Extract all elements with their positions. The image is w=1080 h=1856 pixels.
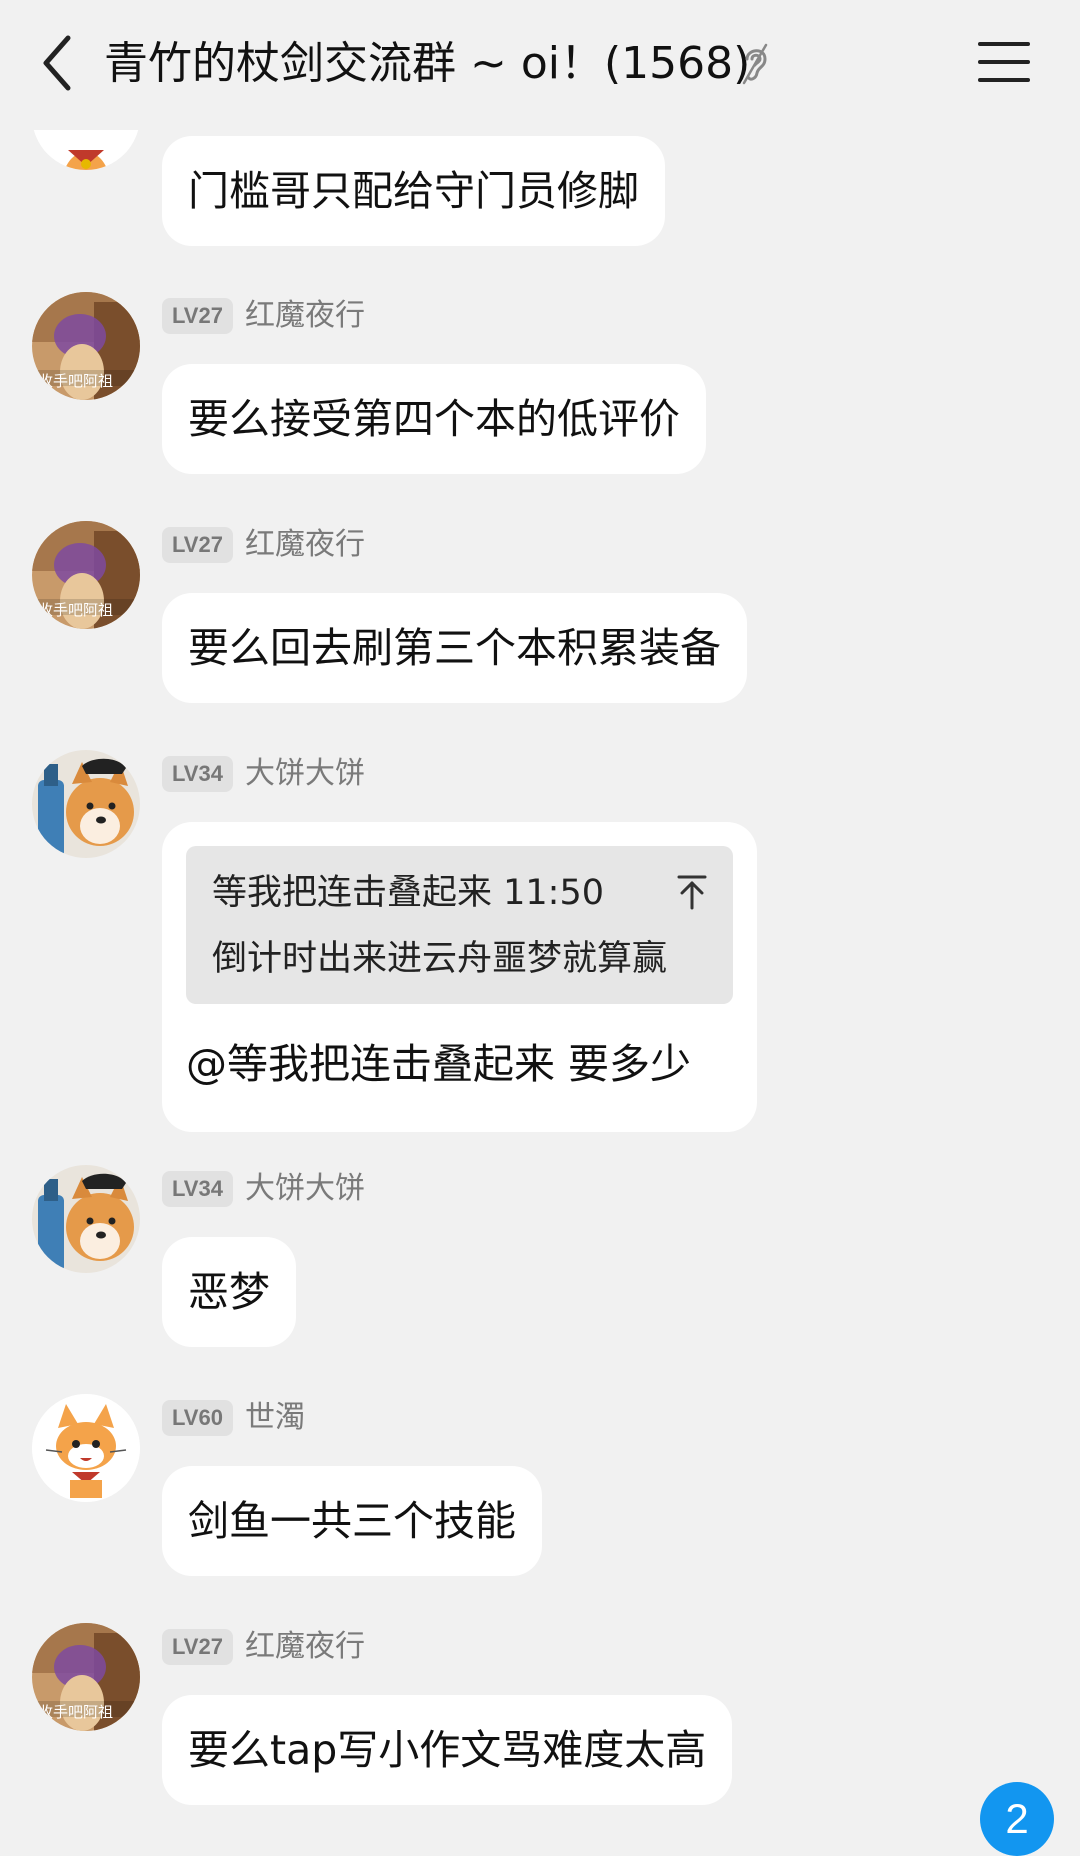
dog-photo-avatar[interactable]: 收手吧阿祖 (32, 1623, 140, 1731)
sender-name[interactable]: 大饼大饼 (245, 756, 365, 792)
menu-icon[interactable] (978, 40, 1030, 84)
back-arrow-icon[interactable] (34, 30, 84, 96)
message-bubble[interactable]: 剑鱼一共三个技能 (162, 1466, 542, 1576)
sender-info: LV34 大饼大饼 (162, 1169, 365, 1209)
level-badge: LV34 (162, 1171, 233, 1207)
message-bubble[interactable]: 要么回去刷第三个本积累装备 (162, 593, 747, 703)
dog-photo-avatar[interactable]: 收手吧阿祖 (32, 521, 140, 629)
shiba-avatar[interactable] (32, 1165, 140, 1273)
reply-text: @等我把连击叠起来 要多少 (186, 1040, 692, 1088)
dog-photo-avatar[interactable]: 收手吧阿祖 (32, 292, 140, 400)
sender-info: LV27 红魔夜行 (162, 296, 365, 336)
sender-info: LV34 大饼大饼 (162, 754, 365, 794)
sender-name[interactable]: 大饼大饼 (245, 1171, 365, 1207)
chat-header: 青竹的杖剑交流群 ~ oi！(1568) (0, 0, 1080, 126)
shiba-avatar[interactable] (32, 750, 140, 858)
sender-name[interactable]: 红魔夜行 (245, 298, 365, 334)
message-bubble[interactable]: 要么tap写小作文骂难度太高 (162, 1695, 733, 1805)
message-bubble[interactable]: 要么接受第四个本的低评价 (162, 364, 706, 474)
level-badge: LV27 (162, 1629, 233, 1665)
message-bubble[interactable]: 等我把连击叠起来 11:50 倒计时出来进云舟噩梦就算赢 @等我把连击叠起来 要… (162, 822, 757, 1132)
level-badge: LV34 (162, 756, 233, 792)
sender-info: LV60 世濁 (162, 1398, 305, 1438)
quoted-message[interactable]: 等我把连击叠起来 11:50 倒计时出来进云舟噩梦就算赢 (186, 846, 733, 1004)
ear-mode-icon[interactable] (740, 43, 770, 85)
avatar-caption: 收手吧阿祖 (38, 601, 114, 619)
message-bubble[interactable]: 恶梦 (162, 1237, 296, 1347)
quote-line-2: 倒计时出来进云舟噩梦就算赢 (212, 939, 668, 979)
sender-name[interactable]: 红魔夜行 (245, 527, 365, 563)
level-badge: LV27 (162, 527, 233, 563)
cat-avatar[interactable] (32, 1394, 140, 1502)
group-title[interactable]: 青竹的杖剑交流群 ~ oi！(1568) (104, 34, 750, 94)
sender-info: LV27 红魔夜行 (162, 1627, 365, 1667)
unread-count-badge[interactable]: 2 (980, 1782, 1054, 1856)
jump-to-quote-icon[interactable] (677, 874, 707, 910)
avatar-caption: 收手吧阿祖 (38, 372, 114, 390)
quote-line-1: 等我把连击叠起来 11:50 (212, 873, 604, 913)
sender-name[interactable]: 世濁 (245, 1400, 305, 1436)
level-badge: LV27 (162, 298, 233, 334)
sender-name[interactable]: 红魔夜行 (245, 1629, 365, 1665)
message-bubble[interactable]: 门槛哥只配给守门员修脚 (162, 136, 665, 246)
sender-info: LV27 红魔夜行 (162, 525, 365, 565)
level-badge: LV60 (162, 1400, 233, 1436)
avatar-caption: 收手吧阿祖 (38, 1703, 114, 1721)
